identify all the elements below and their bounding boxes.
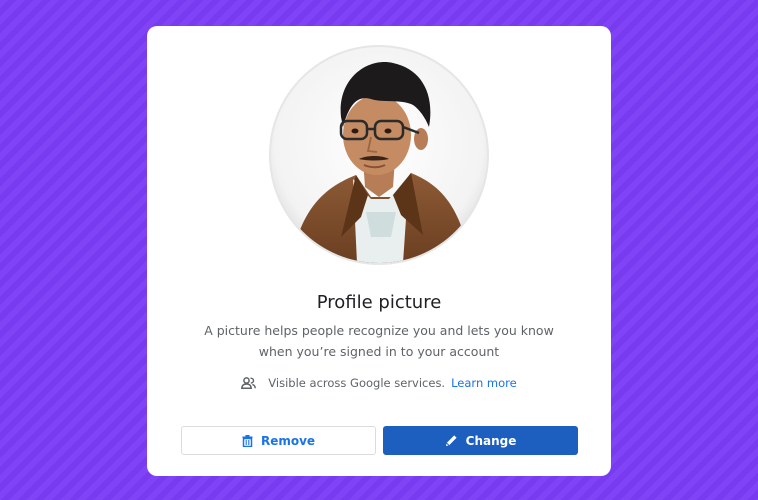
profile-photo xyxy=(271,47,487,263)
profile-avatar[interactable] xyxy=(271,47,487,263)
remove-label: Remove xyxy=(260,433,316,448)
dialog-title: Profile picture xyxy=(316,292,442,313)
learn-more-link[interactable]: Learn more xyxy=(451,376,517,390)
visibility-note: Visible across Google services. Learn mo… xyxy=(147,376,611,390)
people-icon xyxy=(241,377,257,389)
change-button[interactable]: Change xyxy=(383,426,578,455)
trash-icon xyxy=(242,434,253,447)
visibility-text: Visible across Google services. xyxy=(268,376,446,390)
description-line-1: A picture helps people recognize you and… xyxy=(204,323,554,338)
profile-picture-card: Profile picture A picture helps people r… xyxy=(147,26,611,476)
dialog-description: A picture helps people recognize you and… xyxy=(187,320,571,362)
pencil-icon xyxy=(445,434,458,447)
remove-button[interactable]: Remove xyxy=(181,426,376,455)
description-line-2: when you’re signed in to your account xyxy=(258,344,500,359)
change-label: Change xyxy=(465,433,517,448)
